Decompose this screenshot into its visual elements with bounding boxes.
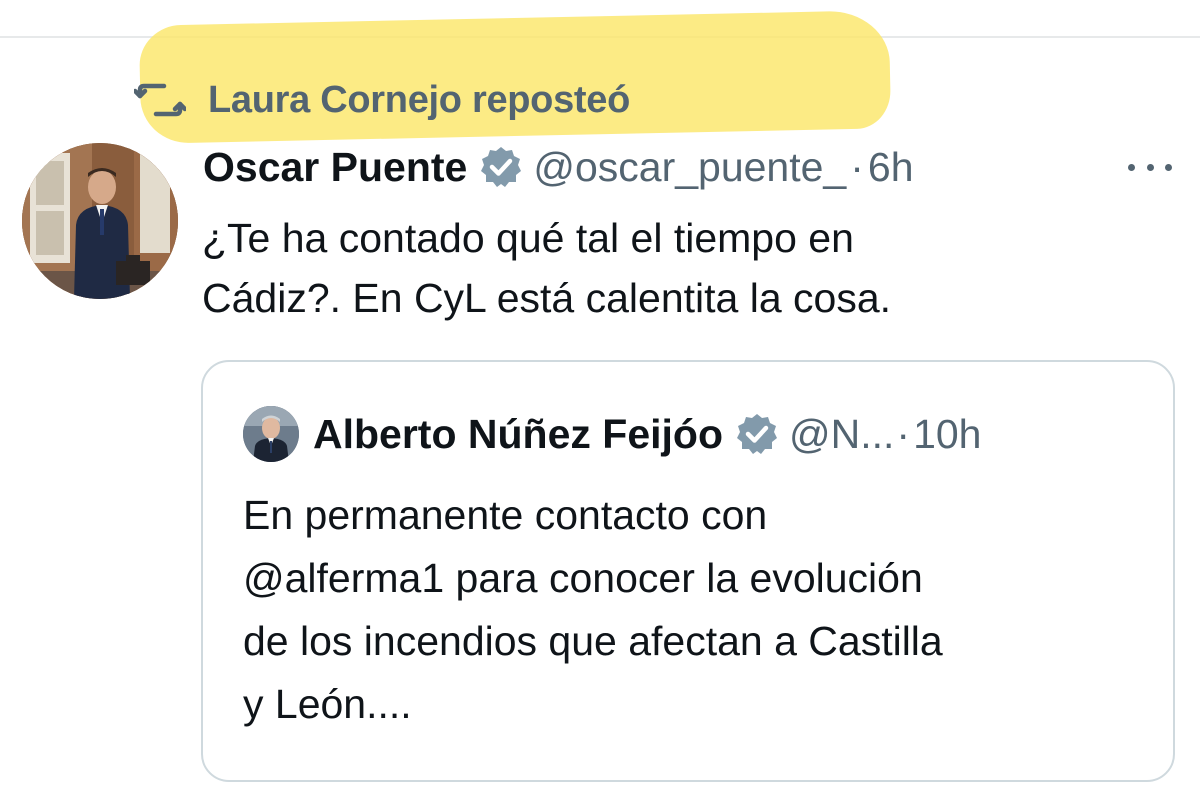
separator-dot: ·: [850, 143, 864, 190]
repost-indicator[interactable]: Laura Cornejo reposteó: [134, 76, 630, 124]
tweet-header: Oscar Puente @oscar_puente_ · 6h: [203, 140, 914, 194]
author-handle[interactable]: @oscar_puente_: [533, 144, 846, 191]
more-options-icon[interactable]: [1128, 152, 1172, 182]
quoted-tweet-time[interactable]: 10h: [913, 411, 981, 458]
repost-label: Laura Cornejo reposteó: [208, 78, 631, 121]
tweet-text: ¿Te ha contado qué tal el tiempo en Cádi…: [202, 215, 892, 321]
author-avatar[interactable]: [22, 143, 178, 299]
quoted-author-name[interactable]: Alberto Núñez Feijóo: [313, 411, 723, 458]
quoted-tweet-header: Alberto Núñez Feijóo @N... · 10h: [313, 406, 981, 462]
quoted-author-avatar[interactable]: [243, 406, 299, 462]
repost-icon: [134, 83, 186, 117]
quoted-author-handle[interactable]: @N...: [789, 411, 894, 458]
verified-badge-icon: [737, 414, 777, 454]
tweet-screenshot: Laura Cornejo reposteó Oscar Puente @osc…: [0, 0, 1200, 812]
quoted-tweet-text: En permanente contacto con @alferma1 par…: [243, 492, 943, 727]
author-name[interactable]: Oscar Puente: [203, 144, 467, 191]
separator-dot: ·: [896, 410, 911, 457]
quoted-tweet-card[interactable]: Alberto Núñez Feijóo @N... · 10h En perm…: [201, 360, 1175, 782]
tweet-time[interactable]: 6h: [868, 144, 914, 191]
verified-badge-icon: [481, 147, 522, 187]
